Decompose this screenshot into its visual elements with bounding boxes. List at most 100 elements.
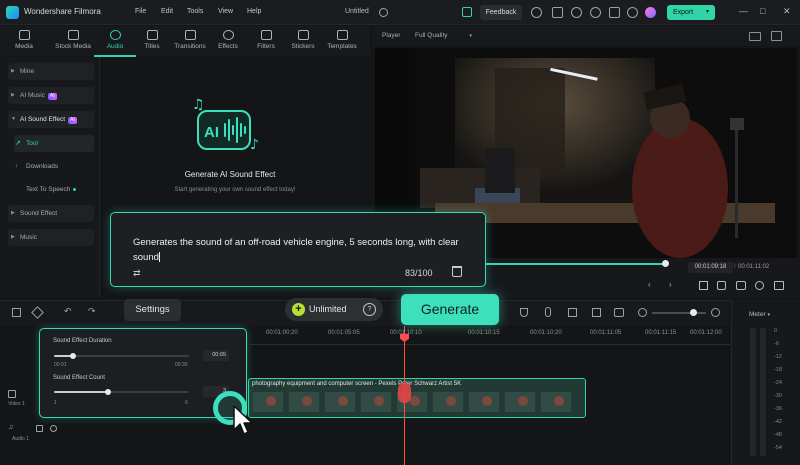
filters-icon: [260, 30, 272, 40]
player-label: Player: [382, 32, 401, 39]
sidebar-item-label: Music: [20, 234, 37, 241]
sun-icon[interactable]: [571, 7, 582, 18]
ruler-tick: 00:01:11:05: [590, 330, 622, 336]
grid-icon[interactable]: [12, 308, 21, 317]
layout-icon[interactable]: [552, 7, 563, 18]
character-counter: 83/100: [405, 268, 433, 278]
sidebar-item-mine[interactable]: ▶ Mine: [8, 63, 94, 80]
meter-level: 0: [774, 328, 778, 334]
sidebar-item-sound-effect[interactable]: ▶ Sound Effect: [8, 205, 94, 222]
tab-label: Stock Media: [55, 43, 91, 50]
meter-level: -12: [774, 354, 782, 360]
redo-icon[interactable]: ↷: [88, 306, 96, 317]
menu-edit[interactable]: Edit: [161, 8, 173, 15]
count-slider[interactable]: [54, 391, 189, 393]
shuffle-icon[interactable]: ⇄: [133, 268, 141, 279]
stock-media-icon: [67, 30, 79, 40]
zoom-in-icon[interactable]: [711, 308, 720, 317]
tab-titles[interactable]: Titles: [131, 26, 173, 56]
prev-frame-icon[interactable]: ‹: [648, 280, 651, 289]
export-button[interactable]: Export ▾: [667, 5, 715, 20]
filmora-window: Wondershare Filmora File Edit Tools View…: [0, 0, 800, 465]
menu-help[interactable]: Help: [247, 8, 261, 15]
lock-icon[interactable]: [36, 425, 43, 432]
sidebar-item-label: Sound Effect: [20, 210, 58, 217]
sidebar-item-ai-sound-effect[interactable]: ▼ AI Sound Effect AI: [8, 111, 94, 128]
tab-filters[interactable]: Filters: [245, 26, 287, 56]
speaker-icon[interactable]: [50, 425, 57, 432]
quality-dropdown[interactable]: Full Quality ▾: [415, 32, 472, 39]
sidebar-item-ai-music[interactable]: ▶ AI Music AI: [8, 87, 94, 104]
close-icon[interactable]: ✕: [783, 6, 791, 17]
zoom-out-icon[interactable]: [638, 308, 647, 317]
trash-icon[interactable]: [452, 266, 462, 277]
zoom-slider-handle[interactable]: [690, 309, 697, 316]
user-avatar[interactable]: [645, 7, 656, 18]
templates-icon: [336, 30, 348, 40]
prompt-input[interactable]: Generates the sound of an off-road vehic…: [133, 235, 463, 265]
headset-icon[interactable]: [627, 7, 638, 18]
sidebar-item-tool[interactable]: ↗ Tool: [14, 135, 94, 152]
microphone-icon[interactable]: [545, 307, 551, 317]
tab-label: Filters: [257, 43, 275, 50]
plus-icon: +: [292, 303, 305, 316]
titles-icon: [146, 30, 158, 40]
duration-value[interactable]: 00:05: [203, 350, 229, 361]
tab-transitions[interactable]: Transitions: [169, 26, 211, 56]
tab-media[interactable]: Media: [3, 26, 45, 56]
total-timecode: 00:01:11:02: [738, 264, 770, 270]
menu-tools[interactable]: Tools: [187, 8, 203, 15]
timeline-ruler[interactable]: 00:01:00:20 00:01:05:05 00:01:10:10 00:0…: [250, 330, 730, 344]
tab-audio[interactable]: Audio: [94, 26, 136, 56]
count-slider-handle[interactable]: [105, 389, 111, 395]
quality-value: Full Quality: [415, 32, 448, 39]
tab-effects[interactable]: Effects: [207, 26, 249, 56]
download-icon: ↓: [15, 163, 18, 169]
wand-icon: ↗: [15, 140, 21, 147]
meter-label[interactable]: Meter ▾: [749, 311, 770, 318]
project-info-icon[interactable]: [379, 8, 388, 17]
timecode-divider: /: [734, 264, 736, 270]
progress-handle[interactable]: [662, 260, 669, 267]
tab-label: Transitions: [174, 43, 206, 50]
meter-bar-right: [760, 328, 766, 456]
gift-icon[interactable]: [462, 7, 472, 17]
help-icon[interactable]: ?: [363, 303, 376, 316]
layout-toggle-icon[interactable]: [749, 32, 761, 41]
undo-icon[interactable]: ↶: [64, 306, 72, 317]
crop-icon[interactable]: [592, 308, 601, 317]
sidebar-item-downloads[interactable]: ↓ Downloads: [14, 158, 94, 175]
fullscreen-icon[interactable]: [717, 281, 726, 290]
zoom-slider[interactable]: [652, 312, 706, 314]
cloud-icon[interactable]: [590, 7, 601, 18]
maximize-icon[interactable]: □: [760, 6, 765, 16]
tab-templates[interactable]: Templates: [321, 26, 363, 56]
stop-icon[interactable]: [699, 281, 708, 290]
volume-icon[interactable]: [755, 281, 764, 290]
tab-stickers[interactable]: Stickers: [282, 26, 324, 56]
generate-button[interactable]: Generate: [401, 294, 499, 325]
sidebar-item-music[interactable]: ▶ Music: [8, 229, 94, 246]
monitor-icon[interactable]: [614, 308, 624, 317]
tab-label: Media: [15, 43, 33, 50]
tab-stock-media[interactable]: Stock Media: [52, 26, 94, 56]
sidebar-item-text-to-speech[interactable]: Text To Speech: [14, 181, 94, 198]
text-icon[interactable]: [568, 308, 577, 317]
record-icon[interactable]: [531, 7, 542, 18]
next-frame-icon[interactable]: ›: [669, 280, 672, 289]
snapshot-icon[interactable]: [771, 31, 782, 41]
download-icon[interactable]: [609, 7, 620, 18]
meter-label-text: Meter: [749, 311, 766, 318]
settings-icon[interactable]: [774, 281, 784, 290]
menu-view[interactable]: View: [218, 8, 233, 15]
menu-file[interactable]: File: [135, 8, 146, 15]
shield-icon[interactable]: [520, 308, 528, 317]
settings-button[interactable]: Settings: [124, 299, 181, 321]
text-cursor: [158, 252, 160, 263]
duration-slider-handle[interactable]: [69, 353, 76, 359]
minimize-icon[interactable]: —: [739, 6, 748, 16]
camera-icon[interactable]: [736, 281, 746, 290]
feedback-button[interactable]: Feedback: [480, 5, 522, 20]
unlimited-credits-button[interactable]: + Unlimited ?: [285, 298, 383, 321]
svg-text:♫: ♫: [192, 97, 205, 113]
